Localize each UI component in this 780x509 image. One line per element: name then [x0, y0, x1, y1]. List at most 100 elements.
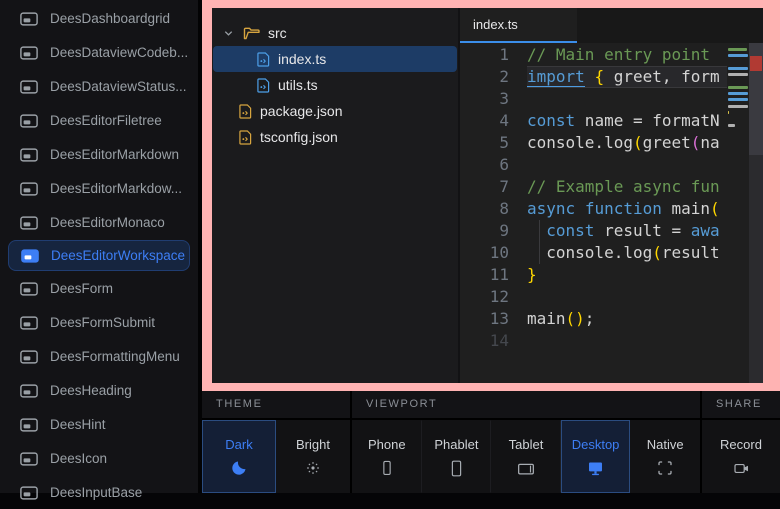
native-icon [656, 459, 674, 477]
line-number: 7 [460, 176, 509, 198]
record-icon [732, 459, 751, 478]
viewport-section: Phone Phablet Tablet Desktop Native [352, 420, 700, 493]
minimap-line [728, 73, 748, 76]
code-line[interactable]: // Main entry point [527, 44, 727, 66]
minimap[interactable] [727, 43, 749, 383]
minimap-line [728, 79, 748, 82]
sidebar-item-deesdashboardgrid[interactable]: DeesDashboardgrid [8, 2, 190, 35]
filetree-row-index-ts[interactable]: index.ts [213, 46, 457, 72]
desktop-icon [586, 459, 605, 478]
sidebar-item-deeseditormarkdown[interactable]: DeesEditorMarkdown [8, 138, 190, 171]
code-token: // Example async fun [527, 177, 720, 196]
code-token: ( [633, 133, 643, 152]
code-content[interactable]: // Main entry point import { greet, form c… [517, 43, 727, 383]
tab-index-ts[interactable]: index.ts [460, 8, 577, 43]
chevron-down-icon[interactable] [223, 28, 235, 39]
code-line[interactable] [527, 330, 727, 352]
properties-toolbar: THEMEVIEWPORTSHARE Dark Bright Phone Pha… [202, 391, 780, 493]
sidebar-item-label: DeesForm [50, 281, 113, 296]
viewport-native-button[interactable]: Native [630, 420, 700, 493]
viewport-desktop-button[interactable]: Desktop [561, 420, 631, 493]
code-line[interactable]: console.log(result [527, 242, 727, 264]
phone-icon [378, 459, 396, 477]
code-token: main [662, 199, 710, 218]
demo-frame: src index.ts utils.ts package.json tscon… [202, 0, 780, 391]
line-number: 8 [460, 198, 509, 220]
code-token [585, 67, 595, 86]
minimap-line [728, 130, 748, 133]
filetree-row-src[interactable]: src [213, 20, 457, 46]
editor-scrollbar[interactable] [749, 43, 763, 383]
sidebar-item-deeseditormonaco[interactable]: DeesEditorMonaco [8, 206, 190, 239]
theme-bright-button[interactable]: Bright [276, 420, 350, 493]
filetree-row-utils-ts[interactable]: utils.ts [213, 72, 457, 98]
sidebar-item-label: DeesEditorMonaco [50, 215, 165, 230]
viewport-section-label: VIEWPORT [352, 391, 700, 418]
code-line[interactable]: // Example async fun [527, 176, 727, 198]
code-line[interactable]: main(); [527, 308, 727, 330]
toolbar-button-label: Bright [296, 437, 330, 452]
sidebar-item-deeseditorworkspace[interactable]: DeesEditorWorkspace [8, 240, 190, 271]
viewport-tablet-button[interactable]: Tablet [491, 420, 561, 493]
line-number: 10 [460, 242, 509, 264]
sidebar-item-deesdataviewcodeb[interactable]: DeesDataviewCodeb... [8, 36, 190, 69]
theme-dark-button[interactable]: Dark [202, 420, 276, 493]
sidebar-item-label: DeesDataviewCodeb... [50, 45, 188, 60]
sidebar-item-label: DeesIcon [50, 451, 107, 466]
code-line[interactable]: import { greet, form [527, 66, 727, 88]
theme-section: Dark Bright [202, 420, 350, 493]
sidebar-item-label: DeesEditorWorkspace [51, 248, 185, 263]
sidebar-item-deesicon[interactable]: DeesIcon [8, 442, 190, 475]
code-line[interactable]: console.log(greet(na [527, 132, 727, 154]
code-token: console.log [527, 243, 652, 262]
line-number: 3 [460, 88, 509, 110]
code-token: // Main entry point [527, 45, 710, 64]
code-line[interactable]: async function main( [527, 198, 727, 220]
minimap-line [728, 86, 748, 89]
code-line[interactable]: } [527, 264, 727, 286]
sidebar-item-deeseditorfiletree[interactable]: DeesEditorFiletree [8, 104, 190, 137]
sidebar-item-deesform[interactable]: DeesForm [8, 272, 190, 305]
tab-label: index.ts [473, 17, 518, 32]
viewport-phone-button[interactable]: Phone [352, 420, 422, 493]
file-ts-icon [257, 78, 270, 93]
filetree-row-tsconfig-json[interactable]: tsconfig.json [213, 124, 457, 150]
component-icon [20, 350, 38, 364]
filetree-row-package-json[interactable]: package.json [213, 98, 457, 124]
share-record-button[interactable]: Record [702, 420, 780, 493]
component-icon [20, 216, 38, 230]
minimap-line [728, 105, 748, 108]
file-json-icon [239, 104, 252, 119]
toolbar-button-label: Phablet [434, 437, 478, 452]
sidebar-item-deesdataviewstatus[interactable]: DeesDataviewStatus... [8, 70, 190, 103]
sidebar-item-deesheading[interactable]: DeesHeading [8, 374, 190, 407]
code-line[interactable] [527, 88, 727, 110]
code-line[interactable]: const result = awa [527, 220, 727, 242]
component-icon [21, 249, 39, 263]
sidebar-item-label: DeesHint [50, 417, 106, 432]
line-number: 6 [460, 154, 509, 176]
share-section-label: SHARE [702, 391, 780, 418]
code-token: import [527, 67, 585, 87]
file-tree: src index.ts utils.ts package.json tscon… [212, 8, 460, 383]
component-list-sidebar: DeesDashboardgrid DeesDataviewCodeb... D… [0, 0, 202, 493]
code-area[interactable]: 1234567891011121314 // Main entry pointi… [460, 43, 763, 383]
code-editor: index.ts 1234567891011121314 // Main ent… [460, 8, 763, 383]
code-line[interactable] [527, 154, 727, 176]
minimap-line [728, 54, 748, 57]
component-icon [20, 418, 38, 432]
minimap-line [728, 111, 729, 114]
sidebar-item-deesformsubmit[interactable]: DeesFormSubmit [8, 306, 190, 339]
sidebar-item-label: DeesFormattingMenu [50, 349, 180, 364]
sidebar-item-label: DeesEditorMarkdown [50, 147, 179, 162]
code-line[interactable]: const name = formatN [527, 110, 727, 132]
sidebar-item-deeseditormarkdow[interactable]: DeesEditorMarkdow... [8, 172, 190, 205]
minimap-line [728, 92, 748, 95]
sidebar-item-deesformattingmenu[interactable]: DeesFormattingMenu [8, 340, 190, 373]
code-line[interactable] [527, 286, 727, 308]
code-token: greet [643, 133, 691, 152]
toolbar-button-label: Phone [368, 437, 406, 452]
line-number: 5 [460, 132, 509, 154]
viewport-phablet-button[interactable]: Phablet [422, 420, 492, 493]
sidebar-item-deeshint[interactable]: DeesHint [8, 408, 190, 441]
